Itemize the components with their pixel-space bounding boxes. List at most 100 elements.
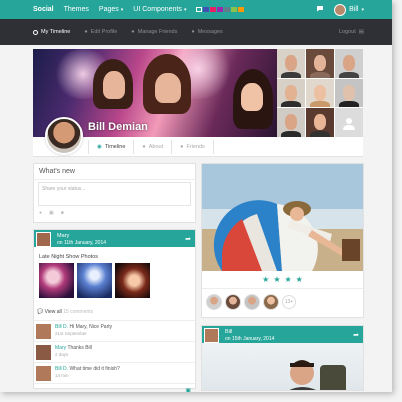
view-all-comments[interactable]: 💬 View all 15 comments: [34, 304, 195, 321]
add-friend-placeholder[interactable]: [335, 108, 363, 137]
nav-themes-label: Themes: [63, 6, 89, 13]
swatch-1[interactable]: [203, 7, 210, 12]
avatar[interactable]: [206, 294, 222, 310]
post-card: Bill on 15th January, 2014 ➦: [201, 325, 364, 391]
comment-body: Mary Thanks Bill 2 days: [55, 345, 92, 358]
post-date: on 15th January, 2014: [225, 336, 275, 342]
tab-label: Friends: [186, 144, 205, 150]
photo-icon[interactable]: ▣: [49, 210, 54, 216]
location-icon[interactable]: ●: [39, 210, 42, 216]
face: [343, 55, 355, 71]
comment-body: Bill D. What time did it finish? 14 min: [55, 366, 120, 379]
friend-photo[interactable]: [335, 78, 363, 108]
star-icon[interactable]: ★: [273, 275, 280, 284]
beach-photo[interactable]: [202, 164, 363, 271]
swatch-5[interactable]: [231, 7, 238, 12]
avatar[interactable]: [36, 366, 51, 381]
comment-author[interactable]: Bill D.: [55, 366, 68, 372]
post-header: Bill on 15th January, 2014 ➦: [202, 326, 363, 343]
user-menu[interactable]: Bill ▾: [334, 3, 364, 16]
friend-photo[interactable]: [306, 49, 334, 78]
star-icon[interactable]: ★: [285, 275, 292, 284]
comment: Bill D. What time did it finish? 14 min: [34, 363, 195, 384]
subnav-messages[interactable]: ● Messages: [191, 29, 222, 35]
whats-new-card: What's new Share your status... ● ▣ ■: [33, 163, 196, 223]
shirt: [310, 101, 330, 108]
post-photo[interactable]: [77, 263, 112, 298]
shirt: [310, 71, 330, 78]
face: [285, 114, 297, 131]
comment-time: 21st September: [55, 330, 87, 336]
nav-themes[interactable]: Themes: [64, 6, 89, 13]
post-footer: ▣: [34, 384, 195, 393]
more-friends-count[interactable]: 13+: [282, 295, 296, 309]
photo-icon[interactable]: ▣: [185, 387, 191, 393]
avatar[interactable]: [36, 345, 51, 360]
friend-photo[interactable]: [277, 108, 305, 137]
share-icon[interactable]: ➦: [353, 331, 359, 339]
swatch-6[interactable]: [238, 7, 245, 12]
avatar[interactable]: [204, 328, 219, 343]
nav-ui-components-label: UI Components: [133, 6, 182, 13]
comment-text: Hi Mary, Nice Party: [69, 324, 113, 330]
chevron-down-icon: ▾: [361, 6, 364, 13]
liked-by-row: 13+: [202, 289, 363, 315]
star-icon[interactable]: ★: [296, 275, 303, 284]
post-photo[interactable]: [39, 263, 74, 298]
friends-photo-grid: [277, 49, 363, 137]
view-all-label: View all: [44, 309, 62, 315]
friend-photo[interactable]: [277, 49, 305, 78]
user-icon: ●: [142, 144, 146, 150]
status-input[interactable]: Share your status...: [38, 182, 191, 206]
nav-pages[interactable]: Pages ▾: [99, 6, 123, 13]
swatch-2[interactable]: [210, 7, 217, 12]
post-photo[interactable]: [202, 343, 363, 390]
swatch-3[interactable]: [217, 7, 224, 12]
sub-navbar: My Timeline ● Edit Profile ● Manage Friend…: [0, 19, 392, 45]
post-photo[interactable]: [115, 263, 150, 298]
comment-author[interactable]: Mary: [55, 345, 66, 351]
rating-stars: ★ ★ ★ ★: [202, 271, 363, 289]
avatar[interactable]: [244, 294, 260, 310]
logout-link[interactable]: Logout ▤: [339, 29, 364, 35]
tab-timeline[interactable]: ◉ Timeline: [88, 140, 135, 154]
nav-ui-components[interactable]: UI Components ▾: [133, 6, 186, 13]
post-author[interactable]: Bill: [225, 329, 232, 335]
subnav-manage-friends[interactable]: ● Manage Friends: [131, 29, 177, 35]
tab-label: Timeline: [104, 144, 126, 150]
chat-icon: ●: [191, 29, 195, 35]
avatar[interactable]: [225, 294, 241, 310]
friend-photo[interactable]: [306, 108, 334, 137]
brand-link[interactable]: Social: [33, 6, 54, 13]
friend-photo[interactable]: [335, 49, 363, 78]
share-icon[interactable]: ➦: [185, 235, 191, 243]
shirt: [339, 71, 359, 78]
post-card: Mary on 11th January, 2014 ➦ Late Night …: [33, 229, 196, 393]
profile-avatar[interactable]: [45, 117, 83, 155]
comment-text: Thanks Bill: [67, 345, 92, 351]
avatar[interactable]: [263, 294, 279, 310]
swatch-0[interactable]: [196, 7, 203, 12]
subnav-edit-profile[interactable]: ● Edit Profile: [84, 29, 117, 35]
tab-about[interactable]: ● About: [134, 140, 173, 154]
video-icon[interactable]: ■: [61, 210, 64, 216]
comment-body: Bill D. Hi Mary, Nice Party 21st Septemb…: [55, 324, 112, 337]
group-icon: ●: [131, 29, 135, 35]
user-icon: ●: [84, 29, 88, 35]
swatch-4[interactable]: [224, 7, 231, 12]
chat-icon[interactable]: [316, 5, 324, 14]
tab-friends[interactable]: ● Friends: [172, 140, 214, 154]
comment-author[interactable]: Bill D.: [55, 324, 68, 330]
subnav-my-timeline[interactable]: My Timeline: [33, 29, 70, 35]
avatar[interactable]: [36, 324, 51, 339]
avatar[interactable]: [36, 232, 51, 247]
theme-swatches: [196, 7, 245, 12]
subnav-label: Messages: [197, 29, 223, 35]
friend-photo[interactable]: [277, 78, 305, 108]
star-icon[interactable]: ★: [262, 275, 269, 284]
chevron-down-icon: ▾: [183, 6, 187, 13]
shirt: [281, 71, 301, 78]
post-author[interactable]: Mary: [57, 233, 69, 239]
friend-photo[interactable]: [306, 78, 334, 108]
user-name: Bill: [349, 6, 359, 13]
